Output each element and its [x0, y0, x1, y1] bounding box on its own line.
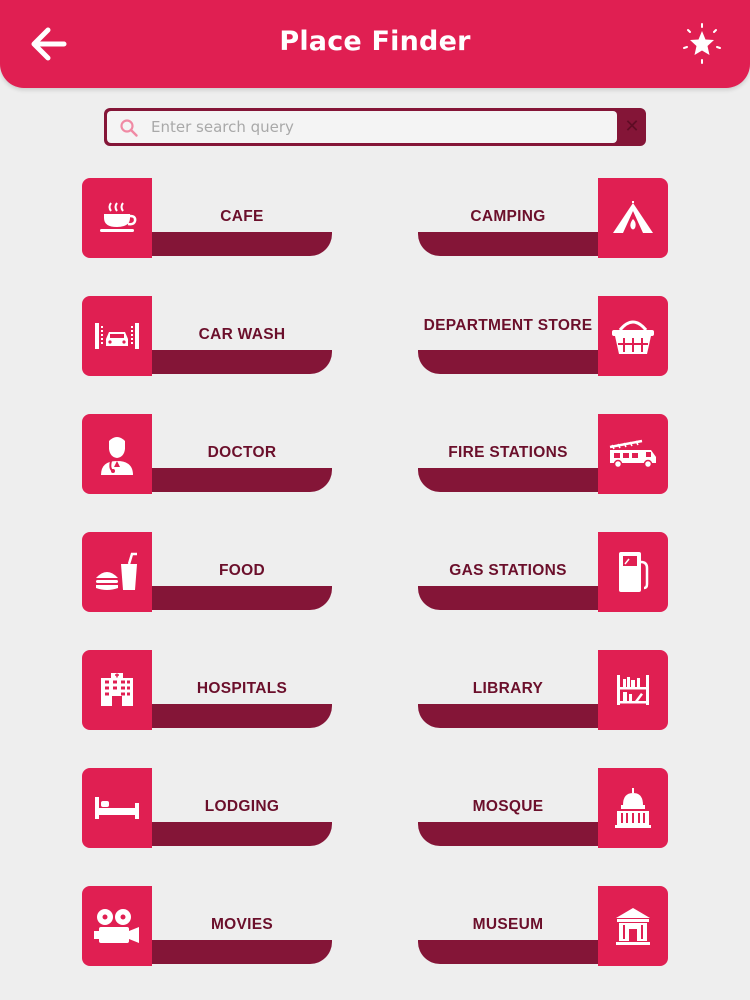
- category-hospitals[interactable]: HOSPITALS: [82, 650, 332, 730]
- category-camping[interactable]: CAMPING: [418, 178, 668, 258]
- category-bar: [418, 586, 598, 610]
- category-car-wash[interactable]: CAR WASH: [82, 296, 332, 376]
- category-icon-box: [82, 414, 152, 494]
- category-grid: CAFE CAMPING CAR WASH DEPARTMENT STORE D…: [0, 0, 750, 1000]
- category-bar: [152, 232, 332, 256]
- car-wash-icon: [95, 323, 139, 349]
- category-label: CAR WASH: [198, 326, 286, 343]
- category-label: MOSQUE: [472, 798, 544, 815]
- category-department-store[interactable]: DEPARTMENT STORE: [418, 296, 668, 376]
- category-label: CAMPING: [470, 208, 546, 225]
- category-icon-box: [598, 532, 668, 612]
- category-icon-box: [82, 886, 152, 966]
- category-label: LIBRARY: [472, 680, 544, 697]
- category-bar: [152, 350, 332, 374]
- category-bar: [418, 704, 598, 728]
- category-cafe[interactable]: CAFE: [82, 178, 332, 258]
- category-icon-box: [598, 650, 668, 730]
- category-label: DEPARTMENT STORE: [423, 317, 593, 334]
- category-bar: [418, 468, 598, 492]
- tent-icon: [613, 201, 653, 233]
- category-icon-box: [598, 768, 668, 848]
- category-icon-box: [598, 178, 668, 258]
- category-label: FOOD: [219, 562, 265, 579]
- category-icon-box: [82, 650, 152, 730]
- doctor-icon: [101, 437, 133, 475]
- category-icon-box: [82, 296, 152, 376]
- category-food[interactable]: FOOD: [82, 532, 332, 612]
- category-doctor[interactable]: DOCTOR: [82, 414, 332, 494]
- category-bar: [152, 704, 332, 728]
- category-icon-box: [82, 768, 152, 848]
- category-icon-box: [82, 178, 152, 258]
- category-icon-box: [598, 414, 668, 494]
- category-icon-box: [598, 296, 668, 376]
- category-label: GAS STATIONS: [449, 562, 567, 579]
- category-mosque[interactable]: MOSQUE: [418, 768, 668, 848]
- category-icon-box: [82, 532, 152, 612]
- category-label: MUSEUM: [472, 916, 544, 933]
- category-lodging[interactable]: LODGING: [82, 768, 332, 848]
- hospital-building-icon: [101, 673, 133, 706]
- category-label: CAFE: [220, 208, 264, 225]
- film-camera-icon: [94, 909, 139, 943]
- category-gas-stations[interactable]: GAS STATIONS: [418, 532, 668, 612]
- category-movies[interactable]: MOVIES: [82, 886, 332, 966]
- basket-icon: [612, 320, 654, 354]
- category-bar: [418, 232, 598, 256]
- category-label: LODGING: [204, 798, 280, 815]
- category-bar: [152, 468, 332, 492]
- category-bar: [152, 586, 332, 610]
- fire-truck-icon: [609, 439, 656, 469]
- bed-icon: [95, 797, 139, 819]
- category-label: DOCTOR: [207, 444, 277, 461]
- category-bar: [152, 822, 332, 846]
- fuel-pump-icon: [619, 552, 649, 592]
- category-museum[interactable]: MUSEUM: [418, 886, 668, 966]
- category-library[interactable]: LIBRARY: [418, 650, 668, 730]
- category-label: HOSPITALS: [196, 680, 288, 697]
- category-fire-stations[interactable]: FIRE STATIONS: [418, 414, 668, 494]
- category-bar: [418, 822, 598, 846]
- burger-drink-icon: [96, 552, 137, 590]
- museum-icon: [616, 908, 650, 945]
- dome-icon: [615, 788, 651, 828]
- category-bar: [152, 940, 332, 964]
- category-label: FIRE STATIONS: [448, 444, 568, 461]
- category-label: MOVIES: [210, 916, 274, 933]
- category-bar: [418, 940, 598, 964]
- category-icon-box: [598, 886, 668, 966]
- category-bar: [418, 350, 598, 374]
- coffee-cup-icon: [100, 202, 137, 232]
- bookshelf-icon: [617, 675, 649, 705]
